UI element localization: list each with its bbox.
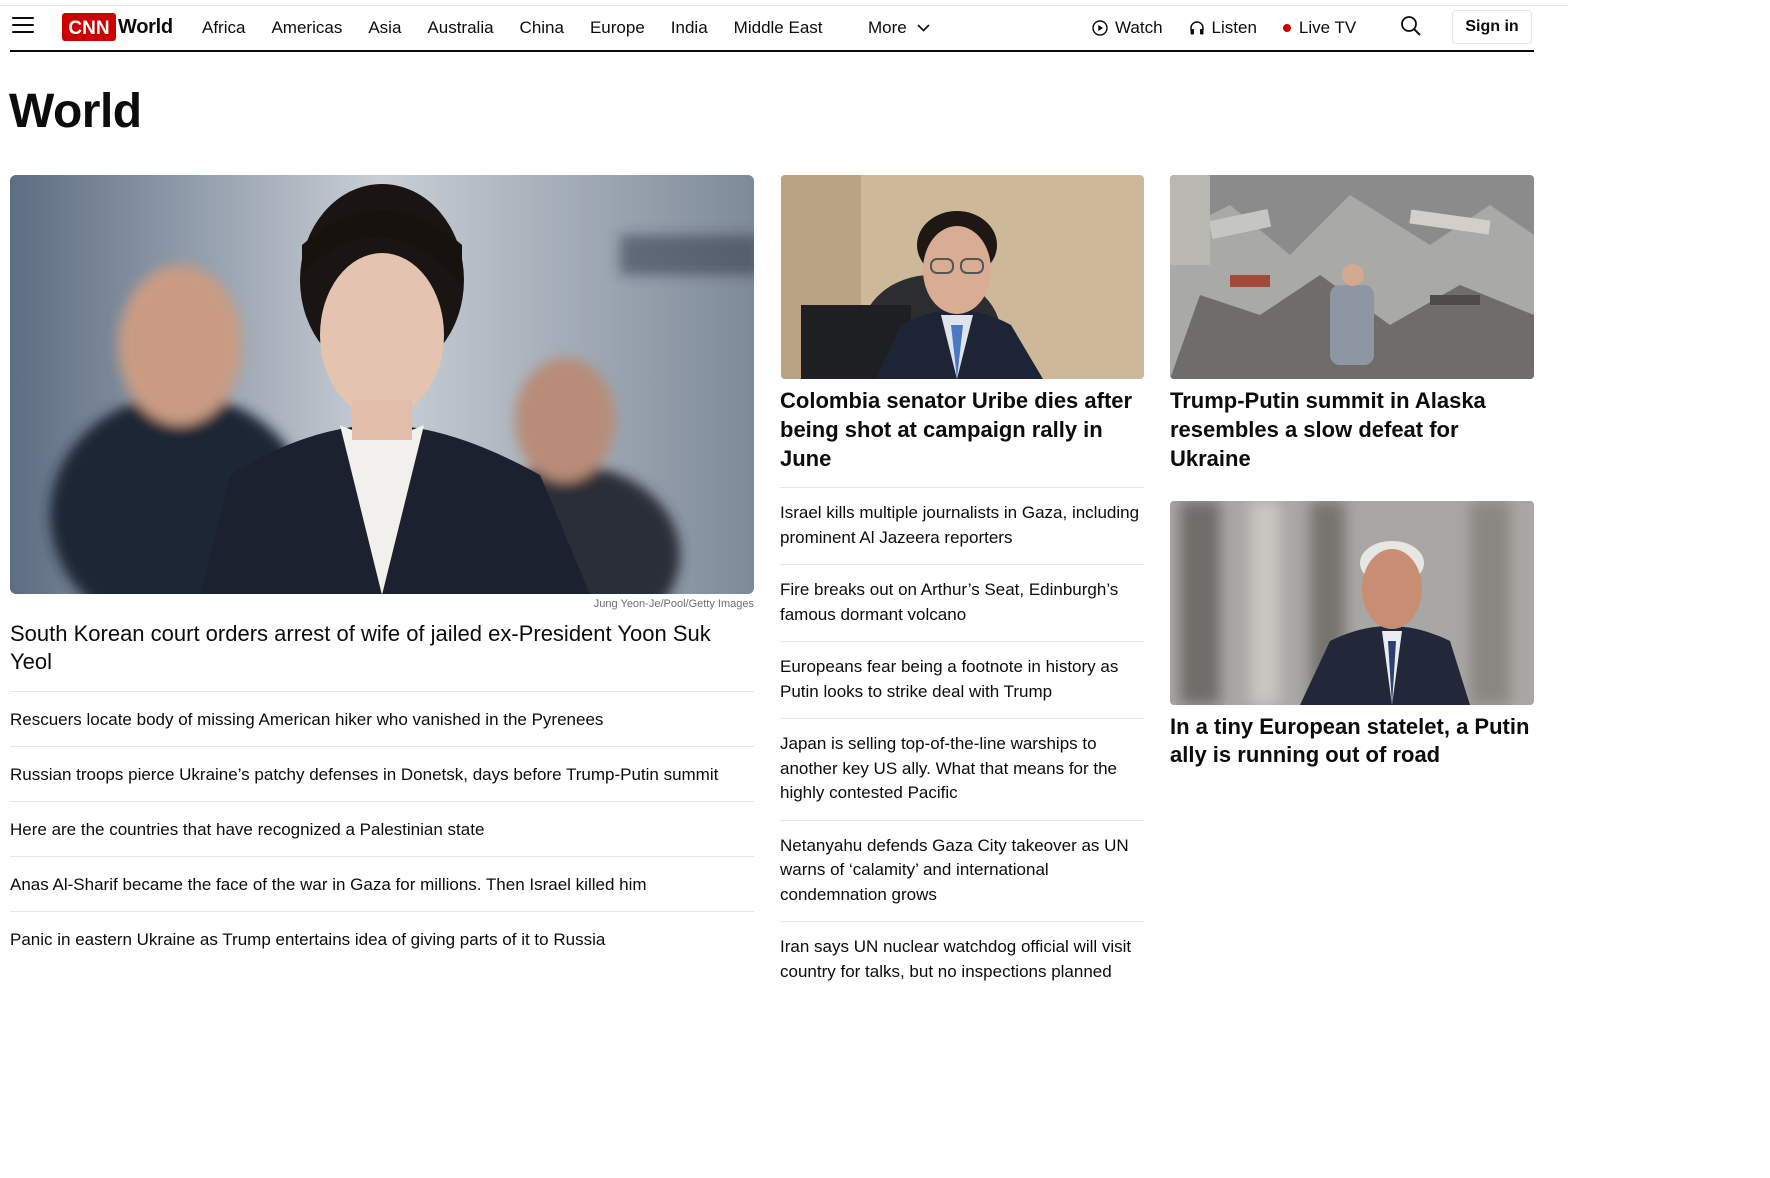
- nav-europe[interactable]: Europe: [590, 18, 645, 38]
- middle-story-image[interactable]: [781, 175, 1144, 379]
- search-icon[interactable]: [1400, 15, 1422, 42]
- middle-stories: Israel kills multiple journalists in Gaz…: [780, 487, 1144, 998]
- chevron-down-icon: [917, 24, 930, 32]
- page-title: World: [9, 85, 142, 138]
- middle-headline[interactable]: Colombia senator Uribe dies after being …: [780, 386, 1144, 473]
- right-story-image-2[interactable]: [1170, 501, 1534, 705]
- list-item[interactable]: Iran says UN nuclear watchdog official w…: [780, 921, 1144, 998]
- list-item[interactable]: Netanyahu defends Gaza City takeover as …: [780, 819, 1144, 922]
- section-name[interactable]: World: [118, 16, 173, 39]
- list-item[interactable]: Israel kills multiple journalists in Gaz…: [780, 487, 1144, 564]
- list-item[interactable]: Here are the countries that have recogni…: [10, 801, 754, 856]
- list-item[interactable]: Europeans fear being a footnote in histo…: [780, 641, 1144, 718]
- site-header: CNN World Africa Americas Asia Australia…: [10, 8, 1534, 52]
- image-credit: Jung Yeon-Je/Pool/Getty Images: [593, 598, 754, 610]
- nav-middle-east[interactable]: Middle East: [734, 18, 823, 38]
- list-item[interactable]: Fire breaks out on Arthur’s Seat, Edinbu…: [780, 564, 1144, 641]
- watch-link[interactable]: Watch: [1092, 18, 1163, 38]
- nav-australia[interactable]: Australia: [427, 18, 493, 38]
- nav-americas[interactable]: Americas: [271, 18, 342, 38]
- listen-link[interactable]: Listen: [1189, 18, 1257, 38]
- more-label: More: [868, 18, 907, 37]
- nav-asia[interactable]: Asia: [368, 18, 401, 38]
- lead-story-image[interactable]: [10, 175, 754, 594]
- svg-text:CNN: CNN: [68, 18, 109, 39]
- sign-in-button[interactable]: Sign in: [1452, 10, 1532, 44]
- live-tv-link[interactable]: Live TV: [1282, 18, 1357, 38]
- list-item[interactable]: Panic in eastern Ukraine as Trump entert…: [10, 911, 754, 966]
- list-item[interactable]: Japan is selling top-of-the-line warship…: [780, 718, 1144, 820]
- lead-headline[interactable]: South Korean court orders arrest of wife…: [10, 620, 754, 676]
- nav-china[interactable]: China: [520, 18, 564, 38]
- cnn-logo[interactable]: CNN: [62, 13, 116, 41]
- header-tools: Watch Listen Live TV: [1092, 18, 1382, 38]
- right-story-image-1[interactable]: [1170, 175, 1534, 379]
- more-menu[interactable]: More: [868, 18, 930, 38]
- right-headline-1[interactable]: Trump-Putin summit in Alaska resembles a…: [1170, 386, 1534, 473]
- nav-africa[interactable]: Africa: [202, 18, 245, 38]
- list-item[interactable]: Rescuers locate body of missing American…: [10, 691, 754, 746]
- play-icon: [1092, 20, 1108, 36]
- headphones-icon: [1189, 21, 1204, 35]
- lead-more-stories: Rescuers locate body of missing American…: [10, 691, 754, 966]
- menu-icon[interactable]: [12, 17, 34, 35]
- nav-india[interactable]: India: [671, 18, 708, 38]
- list-item[interactable]: Russian troops pierce Ukraine’s patchy d…: [10, 746, 754, 801]
- live-dot-icon: [1282, 24, 1291, 32]
- top-divider: [0, 5, 1568, 6]
- watch-label: Watch: [1115, 18, 1163, 37]
- list-item[interactable]: Anas Al-Sharif became the face of the wa…: [10, 856, 754, 911]
- main-nav: Africa Americas Asia Australia China Eur…: [202, 18, 849, 38]
- right-headline-2[interactable]: In a tiny European statelet, a Putin all…: [1170, 713, 1534, 769]
- live-tv-label: Live TV: [1298, 18, 1357, 37]
- listen-label: Listen: [1211, 18, 1257, 37]
